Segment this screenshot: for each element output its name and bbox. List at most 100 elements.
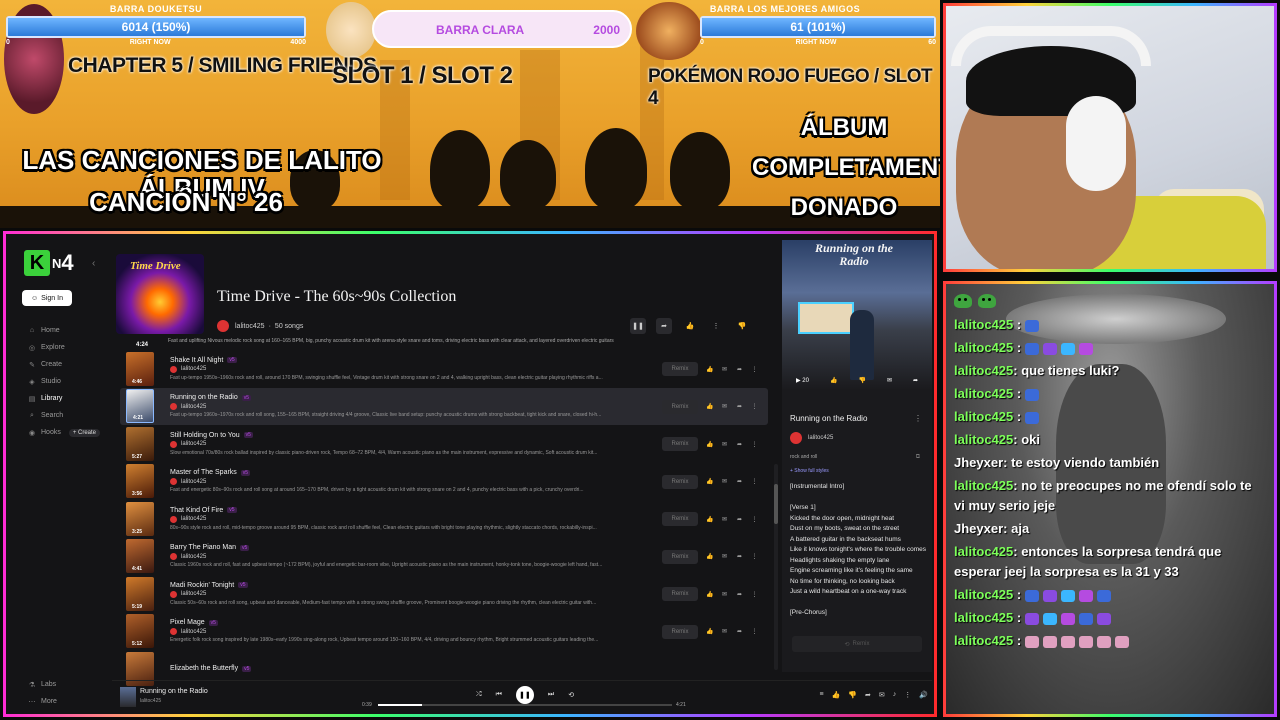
track-title[interactable]: Madi Rockin' Tonight	[170, 582, 234, 589]
like-icon[interactable]: 👍	[682, 318, 698, 334]
next-icon[interactable]: ⏭	[548, 691, 554, 699]
like-icon[interactable]: 👍	[706, 591, 713, 598]
track-owner[interactable]: lalitoc425	[170, 515, 640, 523]
queue-icon[interactable]: ≡	[820, 691, 824, 699]
chat-username[interactable]: Jheyxer	[954, 521, 1003, 536]
share-icon[interactable]: ➦	[736, 516, 743, 523]
track-owner[interactable]: lalitoc425	[170, 553, 640, 561]
like-icon[interactable]: 👍	[706, 441, 713, 448]
chat-username[interactable]: lalitoc425	[954, 633, 1013, 648]
comment-icon[interactable]: ✉	[721, 441, 728, 448]
track-owner[interactable]: lalitoc425	[170, 440, 640, 448]
remix-button[interactable]: Remix	[662, 587, 698, 601]
track-title[interactable]: Barry The Piano Man	[170, 544, 236, 551]
like-icon[interactable]: 👍	[706, 403, 713, 410]
shuffle-icon[interactable]: ⤮	[476, 691, 482, 699]
track-cover[interactable]: 3:56	[126, 464, 154, 499]
track-cover[interactable]: 5:12	[126, 614, 154, 649]
more-icon[interactable]: ⋮	[751, 516, 758, 523]
track-row[interactable]: 4:21 Running on the Radio v5 lalitoc425 Fast…	[120, 387, 768, 425]
sidebar-item-hooks[interactable]: ◉ Hooks + Create	[28, 424, 101, 441]
now-playing-cover[interactable]	[120, 687, 136, 707]
more-icon[interactable]: ⋮	[751, 628, 758, 635]
chat-username[interactable]: Jheyxer	[954, 455, 1003, 470]
like-icon[interactable]: 👍	[706, 628, 713, 635]
copy-icon[interactable]: ⧉	[916, 454, 920, 461]
sidebar-item-studio[interactable]: ◈ Studio	[28, 373, 100, 390]
track-row[interactable]: 5:12 Pixel Mage v5 lalitoc425 Energetic folk…	[120, 613, 768, 651]
chat-username[interactable]: lalitoc425	[954, 363, 1013, 378]
more-icon[interactable]: ⋮	[751, 441, 758, 448]
remix-button[interactable]: ⟲ Remix	[792, 636, 922, 652]
album-cover[interactable]: Time Drive	[116, 254, 204, 334]
dislike-icon[interactable]: 👎	[848, 691, 857, 699]
avatar[interactable]	[217, 320, 229, 332]
sidebar-item-home[interactable]: ⌂ Home	[28, 322, 100, 339]
playlist-owner[interactable]: lalitoc425	[235, 323, 265, 330]
comment-icon[interactable]: ✉	[721, 591, 728, 598]
comment-icon[interactable]: ✉	[721, 516, 728, 523]
more-icon[interactable]: ⋮	[751, 478, 758, 485]
like-icon[interactable]: 👍	[706, 516, 713, 523]
track-cover[interactable]: 5:19	[126, 576, 154, 611]
sidebar-item-labs[interactable]: ⚗ Labs	[28, 676, 57, 693]
comment-icon[interactable]: ✉	[721, 553, 728, 560]
sidebar-item-search[interactable]: ⌕ Search	[28, 407, 100, 424]
share-icon[interactable]: ➦	[736, 591, 743, 598]
like-icon[interactable]: 👍	[706, 553, 713, 560]
previous-icon[interactable]: ⏮	[496, 691, 502, 699]
track-cover[interactable]: 5:27	[126, 426, 154, 461]
app-logo[interactable]: K N 4	[24, 248, 84, 278]
like-icon[interactable]: 👍	[706, 478, 713, 485]
like-icon[interactable]: 👍	[830, 377, 837, 384]
hooks-create-button[interactable]: + Create	[68, 428, 101, 437]
sidebar-item-library[interactable]: ▤ Library	[28, 390, 100, 407]
track-row[interactable]: 5:27 Still Holding On to You v5 lalitoc425 S…	[120, 425, 768, 463]
dislike-icon[interactable]: 👎	[734, 318, 750, 334]
comment-icon[interactable]: ✉	[887, 377, 892, 384]
comment-icon[interactable]: ✉	[721, 366, 728, 373]
chat-username[interactable]: lalitoc425	[954, 432, 1013, 447]
song-cover[interactable]: Running on the Radio ▶ 20 👍 👎 ✉ ➦	[782, 240, 932, 390]
track-title[interactable]: That Kind Of Fire	[170, 507, 223, 514]
remix-button[interactable]: Remix	[662, 399, 698, 414]
share-icon[interactable]: ➦	[736, 628, 743, 635]
track-row[interactable]: 4:41 Barry The Piano Man v5 lalitoc425 Class…	[120, 538, 768, 576]
scrollbar-thumb[interactable]	[774, 484, 778, 524]
track-owner[interactable]: lalitoc425	[170, 628, 640, 636]
track-row[interactable]: 3:25 That Kind Of Fire v5 lalitoc425 80s–90s…	[120, 500, 768, 538]
more-icon[interactable]: ⋮	[751, 553, 758, 560]
remix-button[interactable]: Remix	[662, 437, 698, 451]
more-icon[interactable]: ⋮	[751, 403, 758, 410]
track-title[interactable]: Elizabeth the Butterfly	[170, 665, 238, 672]
track-cover[interactable]: 4:46	[126, 351, 154, 386]
chevron-left-icon[interactable]: ‹	[92, 258, 95, 269]
track-title[interactable]: Master of The Sparks	[170, 469, 237, 476]
comment-icon[interactable]: ✉	[721, 478, 728, 485]
show-full-styles-link[interactable]: + Show full styles	[790, 468, 829, 474]
share-icon[interactable]: ➦	[736, 441, 743, 448]
remix-button[interactable]: Remix	[662, 512, 698, 526]
track-row[interactable]: 5:19 Madi Rockin' Tonight v5 lalitoc425 Clas…	[120, 575, 768, 613]
remix-button[interactable]: Remix	[662, 549, 698, 564]
play-count[interactable]: ▶ 20	[796, 377, 809, 384]
share-icon[interactable]: ➦	[736, 553, 743, 560]
chat-username[interactable]: lalitoc425	[954, 587, 1013, 602]
chat-username[interactable]: lalitoc425	[954, 386, 1013, 401]
pause-button[interactable]: ❚❚	[515, 686, 534, 704]
comment-icon[interactable]: ✉	[721, 403, 728, 410]
chat-username[interactable]: lalitoc425	[954, 340, 1013, 355]
repeat-icon[interactable]: ⟲	[568, 691, 574, 699]
chat-username[interactable]: lalitoc425	[954, 544, 1013, 559]
dislike-icon[interactable]: 👎	[858, 377, 865, 384]
more-icon[interactable]: ⋮	[708, 318, 724, 334]
comment-icon[interactable]: ✉	[721, 628, 728, 635]
sidebar-item-more[interactable]: ⋯ More	[28, 693, 57, 710]
remix-button[interactable]: Remix	[662, 624, 698, 639]
sign-in-button[interactable]: ☺ Sign In	[22, 290, 72, 306]
track-owner[interactable]: lalitoc425	[170, 365, 640, 373]
chat-username[interactable]: lalitoc425	[954, 317, 1013, 332]
track-owner[interactable]: lalitoc425	[170, 590, 640, 598]
track-title[interactable]: Shake It All Night	[170, 357, 223, 364]
lyrics-icon[interactable]: ♪	[893, 691, 897, 699]
